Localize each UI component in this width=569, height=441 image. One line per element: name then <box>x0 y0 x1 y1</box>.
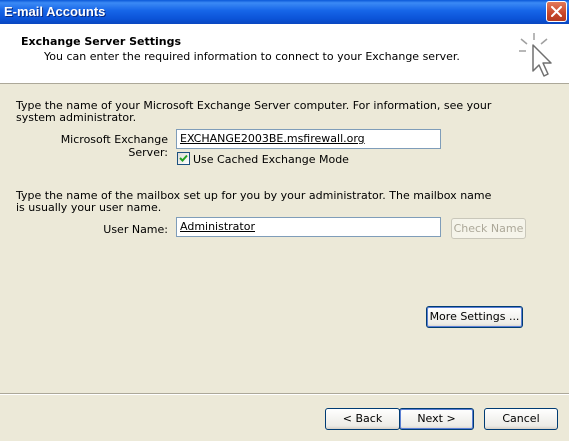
server-instructions-line2: system administrator. <box>16 111 137 124</box>
server-instructions: Type the name of your Microsoft Exchange… <box>16 100 491 124</box>
server-label: Microsoft Exchange Server: <box>60 133 168 159</box>
check-name-button[interactable]: Check Name <box>451 218 526 239</box>
cursor-sparkle-icon <box>519 33 552 77</box>
more-settings-button[interactable]: More Settings ... <box>426 306 523 328</box>
cached-mode-label[interactable]: Use Cached Exchange Mode <box>193 153 349 166</box>
header-subtitle: You can enter the required information t… <box>44 50 460 63</box>
checkmark-icon <box>179 154 188 162</box>
cancel-button[interactable]: Cancel <box>484 408 558 430</box>
close-button[interactable] <box>546 1 567 22</box>
back-button[interactable]: < Back <box>325 408 400 430</box>
title-bar[interactable]: E-mail Accounts <box>0 0 569 24</box>
next-button[interactable]: Next > <box>399 408 474 430</box>
server-input[interactable]: EXCHANGE2003BE.msfirewall.org <box>176 129 441 149</box>
header-title: Exchange Server Settings <box>21 35 181 48</box>
wizard-header: Exchange Server Settings You can enter t… <box>0 24 569 84</box>
user-name-input-value: Administrator <box>180 220 255 233</box>
mailbox-instructions-line2: is usually your user name. <box>16 201 162 214</box>
close-icon <box>551 6 562 17</box>
window-title: E-mail Accounts <box>4 4 106 19</box>
server-input-value: EXCHANGE2003BE.msfirewall.org <box>180 132 365 145</box>
user-name-label: User Name: <box>103 223 168 236</box>
cached-mode-checkbox[interactable] <box>177 152 190 165</box>
user-name-input[interactable]: Administrator <box>176 217 441 237</box>
footer-divider <box>0 393 569 395</box>
mailbox-instructions: Type the name of the mailbox set up for … <box>16 190 491 214</box>
